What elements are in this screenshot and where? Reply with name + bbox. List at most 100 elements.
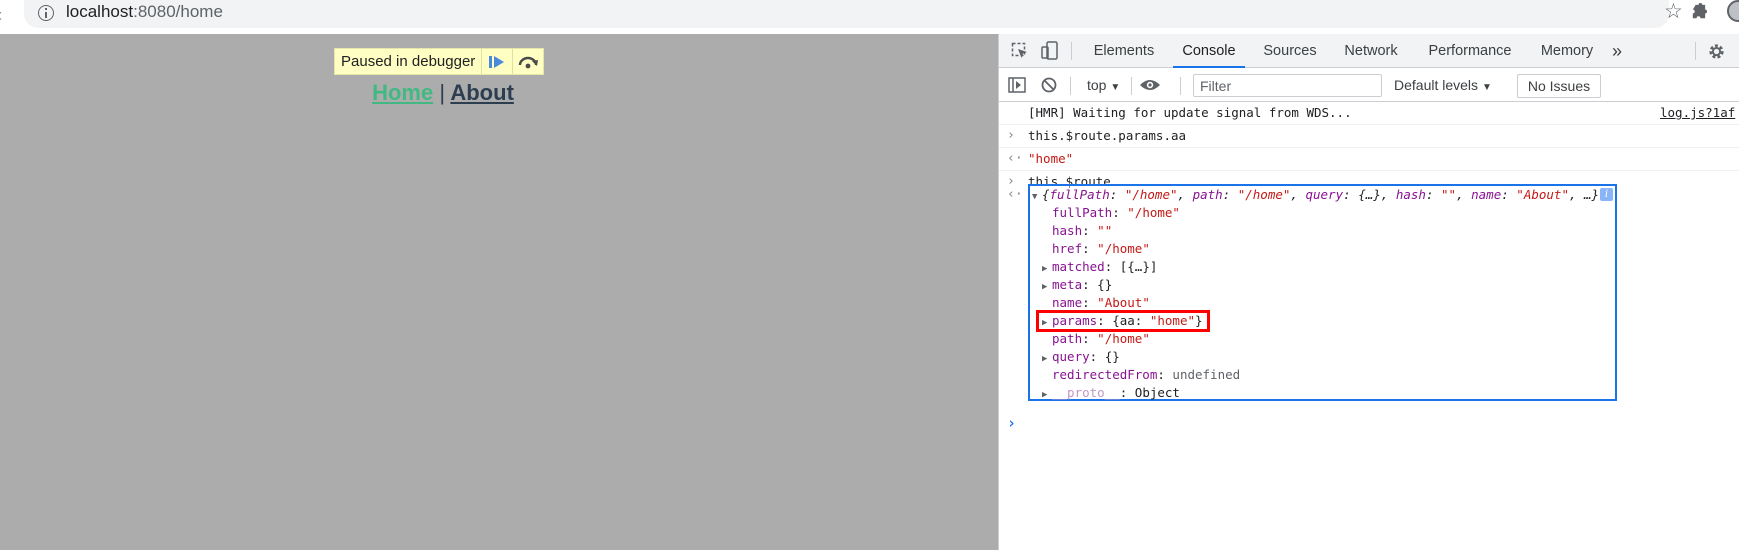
property-value: "About": [1097, 295, 1150, 310]
step-over-icon: [519, 56, 539, 68]
object-property-row[interactable]: ▶ query: {}: [1042, 348, 1120, 366]
property-value: {}: [1097, 277, 1113, 292]
profile-avatar-icon[interactable]: [1727, 0, 1739, 22]
object-summary[interactable]: ▼ {fullPath: "/home", path: "/home", quer…: [1032, 186, 1599, 204]
object-property-row[interactable]: ▶ __proto__: Object: [1042, 384, 1180, 402]
property-value: "/home": [1127, 205, 1180, 220]
nav-link-home[interactable]: Home: [372, 80, 433, 105]
object-property-row: path: "/home": [1052, 331, 1150, 346]
dropdown-arrow-icon: ▼: [1481, 82, 1492, 93]
property-value: Object: [1134, 385, 1180, 400]
property-key: meta: [1052, 277, 1083, 292]
property-value: [{…}]: [1119, 259, 1158, 274]
resume-button[interactable]: [481, 49, 512, 74]
object-property-row: href: "/home": [1052, 241, 1150, 256]
summary-key: path: [1192, 187, 1223, 202]
extensions-puzzle-icon[interactable]: [1690, 2, 1710, 22]
output-arrow-icon: ‹·: [1007, 187, 1023, 202]
tab-sources[interactable]: Sources: [1256, 34, 1324, 68]
route-object-inspector: ▼ {fullPath: "/home", path: "/home", quer…: [1028, 184, 1617, 401]
property-key: query: [1052, 349, 1090, 364]
more-tabs-button[interactable]: »: [1607, 34, 1627, 68]
summary-value: {…}: [1358, 187, 1381, 202]
summary-key: name: [1471, 187, 1502, 202]
console-output-line: ‹· "home": [999, 148, 1739, 171]
console-filter-input[interactable]: [1193, 74, 1382, 97]
object-property-row[interactable]: ▶ matched: [{…}]: [1042, 258, 1157, 276]
toolbar-separator: [1131, 77, 1132, 95]
property-key: name: [1052, 295, 1083, 310]
summary-key: query: [1305, 187, 1344, 202]
toolbar-separator: [1070, 77, 1071, 95]
tab-elements[interactable]: Elements: [1086, 34, 1162, 68]
object-info-icon[interactable]: i: [1600, 188, 1613, 201]
object-property-row[interactable]: ▶ meta: {}: [1042, 276, 1112, 294]
params-highlight-box: [1036, 310, 1210, 332]
bookmark-star-icon[interactable]: ☆: [1664, 0, 1686, 24]
input-chevron-icon: ›: [1007, 128, 1015, 143]
summary-value: "/home": [1124, 187, 1178, 202]
show-sidebar-icon[interactable]: [1008, 77, 1026, 93]
property-value: undefined: [1172, 367, 1241, 382]
tab-console[interactable]: Console: [1173, 34, 1245, 68]
router-nav: Home | About: [0, 80, 886, 106]
summary-key: fullPath: [1049, 187, 1110, 202]
page-viewport: Paused in debugger Home | About: [0, 34, 998, 550]
property-key: __proto__: [1052, 385, 1120, 400]
site-info-icon[interactable]: [38, 5, 54, 21]
inspect-element-icon[interactable]: [1011, 42, 1029, 60]
log-source-link[interactable]: log.js?1af: [1660, 104, 1735, 122]
issues-button[interactable]: No Issues: [1517, 74, 1601, 98]
tab-network[interactable]: Network: [1336, 34, 1406, 68]
property-value: {}: [1104, 349, 1120, 364]
tab-separator: [1695, 42, 1696, 60]
console-log-message: [HMR] Waiting for update signal from WDS…: [999, 102, 1739, 125]
console-input-line: › this.$route.params.aa: [999, 125, 1739, 148]
collapse-triangle-icon[interactable]: ▼: [1032, 188, 1042, 206]
devtools-panel: Elements Console Sources Network Perform…: [998, 34, 1739, 550]
summary-value: "": [1441, 187, 1457, 202]
paused-text: Paused in debugger: [341, 53, 476, 70]
object-property-row: redirectedFrom: undefined: [1052, 367, 1241, 382]
log-levels-value: Default levels: [1394, 77, 1479, 93]
expand-triangle-icon[interactable]: ▶: [1042, 386, 1052, 404]
step-over-button[interactable]: [512, 49, 543, 74]
log-levels-select[interactable]: Default levels ▼: [1394, 75, 1492, 98]
summary-brace: {: [1042, 187, 1050, 202]
settings-gear-icon[interactable]: [1707, 42, 1726, 61]
back-icon[interactable]: ‹: [0, 4, 10, 26]
property-key: fullPath: [1052, 205, 1113, 220]
object-property-row: fullPath: "/home": [1052, 205, 1180, 220]
console-prompt-icon[interactable]: ›: [1007, 414, 1016, 432]
summary-tail: , …}: [1568, 187, 1600, 202]
device-toolbar-icon[interactable]: [1041, 41, 1059, 61]
tab-performance[interactable]: Performance: [1417, 34, 1523, 68]
url-text[interactable]: localhost:8080/home: [66, 1, 223, 23]
tab-memory[interactable]: Memory: [1534, 34, 1600, 68]
summary-value: "About": [1516, 187, 1569, 202]
summary-key: hash: [1395, 187, 1426, 202]
property-value: "": [1097, 223, 1113, 238]
console-messages: [HMR] Waiting for update signal from WDS…: [999, 102, 1739, 550]
console-toolbar: top ▼ Default levels ▼ No Issues: [999, 68, 1739, 102]
clear-console-icon[interactable]: [1041, 77, 1057, 93]
property-value: "/home": [1097, 331, 1150, 346]
address-bar[interactable]: localhost:8080/home ☆: [24, 0, 1683, 28]
tab-separator: [1071, 42, 1072, 60]
context-select[interactable]: top ▼: [1087, 75, 1120, 98]
log-text: [HMR] Waiting for update signal from WDS…: [1028, 105, 1352, 120]
property-key: path: [1052, 331, 1083, 346]
dropdown-arrow-icon: ▼: [1110, 82, 1121, 93]
live-expression-eye-icon[interactable]: [1139, 78, 1161, 92]
object-property-row: hash: "": [1052, 223, 1113, 238]
property-key: hash: [1052, 223, 1083, 238]
url-host: localhost: [66, 2, 134, 21]
input-text[interactable]: this.$route.params.aa: [1028, 127, 1186, 145]
property-key: href: [1052, 241, 1083, 256]
property-key: matched: [1052, 259, 1105, 274]
output-value[interactable]: "home": [1028, 150, 1073, 168]
summary-value: "/home": [1237, 187, 1291, 202]
nav-link-about[interactable]: About: [450, 80, 514, 105]
toolbar-separator: [1180, 77, 1181, 95]
resume-icon: [489, 55, 505, 68]
